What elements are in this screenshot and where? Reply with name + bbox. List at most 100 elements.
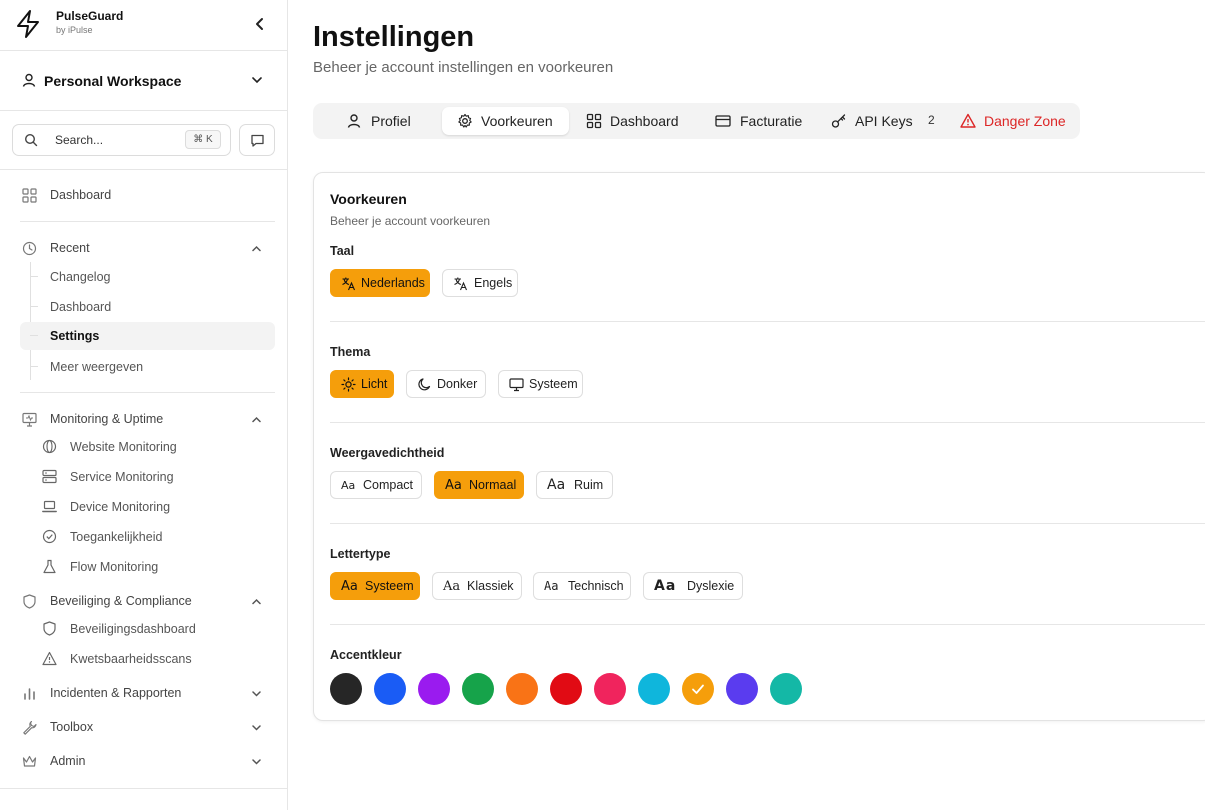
tab-label: Dashboard <box>610 113 679 129</box>
theme-option-systeem[interactable]: Systeem <box>498 370 583 398</box>
accent-swatch[interactable] <box>506 673 538 705</box>
moon-icon <box>418 378 431 391</box>
sidebar-item-label: Device Monitoring <box>70 500 171 514</box>
accent-swatch[interactable] <box>594 673 626 705</box>
accent-swatch[interactable] <box>374 673 406 705</box>
sidebar-group-label: Incidenten & Rapporten <box>50 686 182 700</box>
font-option-dyslexie[interactable]: Aa Dyslexie <box>643 572 743 600</box>
sidebar-group-security[interactable]: Beveiliging & Compliance <box>12 587 275 615</box>
sidebar-item-service-monitoring[interactable]: Service Monitoring <box>40 463 275 491</box>
tab-voorkeuren[interactable]: Voorkeuren <box>442 107 569 135</box>
sidebar-item-device-monitoring[interactable]: Device Monitoring <box>40 493 275 521</box>
theme-option-licht[interactable]: Licht <box>330 370 394 398</box>
density-option-compact[interactable]: Aa Compact <box>330 471 422 499</box>
globe-icon <box>42 439 57 454</box>
search-shortcut: ⌘ K <box>185 130 221 149</box>
option-label: Systeem <box>529 377 578 391</box>
section-divider <box>330 624 1205 625</box>
collapse-sidebar-icon[interactable] <box>250 14 270 34</box>
font-option-klassiek[interactable]: Aa Klassiek <box>432 572 522 600</box>
translate-icon <box>454 277 468 291</box>
section-divider <box>330 321 1205 322</box>
sidebar-item-vulnerability-scans[interactable]: Kwetsbaarheidsscans <box>40 645 275 673</box>
language-option-engels[interactable]: Engels <box>442 269 518 297</box>
sidebar-group-incidents[interactable]: Incidenten & Rapporten <box>12 679 275 707</box>
sidebar-item-label: Service Monitoring <box>70 470 174 484</box>
clock-icon <box>22 241 37 256</box>
sidebar-group-admin[interactable]: Admin <box>12 747 275 775</box>
option-label: Licht <box>361 377 388 391</box>
accent-swatch[interactable] <box>638 673 670 705</box>
tab-danger-zone[interactable]: Danger Zone <box>950 107 1075 135</box>
option-label: Klassiek <box>467 579 514 593</box>
option-label: Donker <box>437 377 478 391</box>
sidebar-group-toolbox[interactable]: Toolbox <box>12 713 275 741</box>
chevron-down-icon <box>252 759 261 765</box>
chat-button[interactable] <box>239 124 275 156</box>
accent-swatch[interactable] <box>726 673 758 705</box>
sidebar-item-website-monitoring[interactable]: Website Monitoring <box>40 433 275 461</box>
sidebar-item-label: Beveiligingsdashboard <box>70 622 196 636</box>
credit-card-icon <box>715 115 731 127</box>
app-root: PulseGuard by iPulse Personal Workspace … <box>0 0 1205 810</box>
tab-facturatie[interactable]: Facturatie <box>705 107 815 135</box>
tree-tick <box>30 366 38 367</box>
sidebar-group-label: Toolbox <box>50 720 94 734</box>
section-label-language: Taal <box>330 244 355 258</box>
tab-profiel[interactable]: Profiel <box>331 107 431 135</box>
monitor-icon <box>22 412 37 427</box>
sidebar-item-dashboard[interactable]: Dashboard <box>12 181 275 209</box>
tab-label: Facturatie <box>740 113 803 129</box>
option-label: Ruim <box>574 478 604 492</box>
accent-swatch[interactable] <box>682 673 714 705</box>
font-option-technisch[interactable]: Aa Technisch <box>533 572 631 600</box>
tree-tick <box>30 335 38 336</box>
sidebar-item-security-dashboard[interactable]: Beveiligingsdashboard <box>40 615 275 643</box>
sidebar-item-more[interactable]: Meer weergeven <box>20 353 275 381</box>
server-icon <box>42 469 57 484</box>
brand-byline: by iPulse <box>56 25 93 35</box>
sidebar-item-changelog[interactable]: Changelog <box>20 263 275 291</box>
sidebar-item-flow-monitoring[interactable]: Flow Monitoring <box>40 553 275 581</box>
tab-label: Profiel <box>371 113 411 129</box>
option-label: Nederlands <box>361 276 425 290</box>
accent-swatch[interactable] <box>550 673 582 705</box>
check-circle-icon <box>42 529 57 544</box>
workspace-switcher[interactable]: Personal Workspace <box>0 51 287 111</box>
chevron-down-icon <box>252 725 261 731</box>
preferences-card: Voorkeuren Beheer je account voorkeuren … <box>313 172 1205 721</box>
sidebar-group-label: Beveiliging & Compliance <box>50 594 192 608</box>
accent-swatch[interactable] <box>462 673 494 705</box>
sidebar-item-recent-dashboard[interactable]: Dashboard <box>20 293 275 321</box>
flask-icon <box>43 559 56 574</box>
accent-swatch[interactable] <box>770 673 802 705</box>
page-title: Instellingen <box>313 21 475 53</box>
sidebar-item-settings[interactable]: Settings <box>20 322 275 350</box>
theme-option-donker[interactable]: Donker <box>406 370 486 398</box>
laptop-icon <box>42 500 57 513</box>
sidebar-group-monitoring[interactable]: Monitoring & Uptime <box>12 405 275 433</box>
crown-icon <box>22 755 37 767</box>
user-icon <box>347 114 361 128</box>
tree-tick <box>30 306 38 307</box>
divider <box>0 169 287 170</box>
chevron-up-icon <box>252 598 261 605</box>
density-option-normaal[interactable]: Aa Normaal <box>434 471 524 499</box>
accent-swatch[interactable] <box>330 673 362 705</box>
font-size-icon: Aa <box>547 477 566 493</box>
sidebar-item-accessibility[interactable]: Toegankelijkheid <box>40 523 275 551</box>
warning-icon <box>960 113 976 128</box>
tab-dashboard[interactable]: Dashboard <box>576 107 686 135</box>
chevron-down-icon <box>252 691 261 697</box>
search-input[interactable]: Search... ⌘ K <box>12 124 231 156</box>
sidebar-group-recent[interactable]: Recent <box>12 234 275 262</box>
language-option-nederlands[interactable]: Nederlands <box>330 269 430 297</box>
section-divider <box>330 523 1205 524</box>
density-option-ruim[interactable]: Aa Ruim <box>536 471 613 499</box>
tab-label: Danger Zone <box>984 113 1066 129</box>
message-icon <box>251 134 264 147</box>
accent-swatch[interactable] <box>418 673 450 705</box>
font-option-systeem[interactable]: Aa Systeem <box>330 572 420 600</box>
tab-api-keys[interactable]: API Keys 2 <box>821 107 946 135</box>
settings-tabs: Profiel Voorkeuren Dashboard Facturatie … <box>313 103 1080 139</box>
